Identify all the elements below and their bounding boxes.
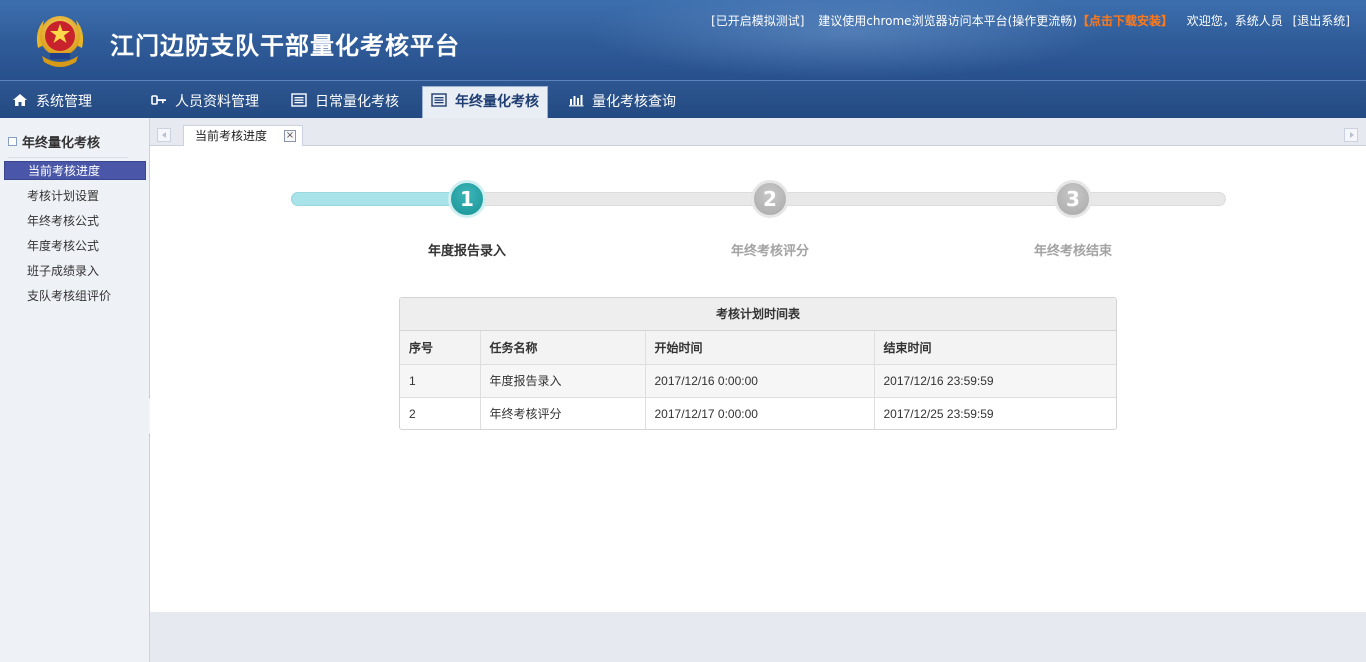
step-1-label: 年度报告录入 <box>427 244 506 259</box>
sidebar-item-team-score-entry[interactable]: 班子成绩录入 <box>4 262 146 281</box>
tab-scroll-right-button[interactable] <box>1344 128 1358 142</box>
col-header-task-name: 任务名称 <box>480 331 646 365</box>
key-icon <box>151 95 166 105</box>
table-row: 2 年终考核评分 2017/12/17 0:00:00 2017/12/25 2… <box>400 397 1116 429</box>
sidebar-title[interactable]: 年终量化考核 <box>8 132 128 158</box>
browser-tip: 建议使用chrome浏览器访问本平台(操作更流畅) <box>818 14 1077 28</box>
sidebar-item-plan-settings[interactable]: 考核计划设置 <box>4 187 146 206</box>
nav-assessment-query[interactable]: 量化考核查询 <box>568 81 676 118</box>
table-row: 1 年度报告录入 2017/12/16 0:00:00 2017/12/16 2… <box>400 364 1116 398</box>
sidebar-item-group-evaluation[interactable]: 支队考核组评价 <box>4 287 146 306</box>
schedule-table: 序号 任务名称 开始时间 结束时间 1 年度报告录入 2017/12/16 0:… <box>400 331 1116 429</box>
tab-strip: 当前考核进度 × <box>150 118 1366 147</box>
cell-task-name: 年度报告录入 <box>480 364 646 398</box>
step-3-label: 年终考核结束 <box>1033 244 1112 259</box>
welcome-text: 欢迎您，系统人员 <box>1186 14 1283 28</box>
bar-chart-icon <box>569 95 584 107</box>
cell-end-time: 2017/12/25 23:59:59 <box>883 406 994 421</box>
step-3-circle: 3 <box>1054 180 1092 218</box>
close-icon[interactable]: × <box>284 130 296 142</box>
cell-index: 1 <box>400 364 481 398</box>
progress-steps: 1 年度报告录入 2 年终考核评分 3 年终考核结束 <box>291 180 1226 270</box>
sidebar: 年终量化考核 当前考核进度 考核计划设置 年终考核公式 年度考核公式 班子成绩录… <box>0 118 150 662</box>
col-header-end-time: 结束时间 <box>874 331 1116 365</box>
police-emblem-icon <box>36 16 84 67</box>
cell-end-time: 2017/12/16 23:59:59 <box>874 364 1116 398</box>
mock-test-indicator: [已开启模拟测试] <box>711 14 805 28</box>
bottom-strip <box>150 612 1366 662</box>
main-content: 1 年度报告录入 2 年终考核评分 3 年终考核结束 考核计划时间表 序号 任务… <box>150 146 1366 612</box>
table-header-row: 序号 任务名称 开始时间 结束时间 <box>400 331 1116 365</box>
home-icon <box>13 94 27 106</box>
step-1-circle: 1 <box>448 180 486 218</box>
list-icon <box>291 93 307 107</box>
nav-personnel-management[interactable]: 人员资料管理 <box>151 81 259 118</box>
cell-start-time: 2017/12/17 0:00:00 <box>645 397 875 429</box>
sidebar-item-year-end-formula[interactable]: 年终考核公式 <box>4 212 146 231</box>
collapse-toggle-icon <box>8 137 17 146</box>
schedule-panel: 考核计划时间表 序号 任务名称 开始时间 结束时间 1 年度报告录入 2017/… <box>399 297 1117 430</box>
sidebar-item-current-progress[interactable]: 当前考核进度 <box>4 161 146 180</box>
col-header-index: 序号 <box>400 331 481 365</box>
main-nav: 系统管理 人员资料管理 日常量化考核 年终量化考核 量化考核查询 <box>0 80 1366 119</box>
step-2-label: 年终考核评分 <box>730 244 809 259</box>
step-2-circle: 2 <box>751 180 789 218</box>
list-icon <box>431 93 447 107</box>
progress-track-fill <box>291 192 450 206</box>
nav-year-end-assessment[interactable]: 年终量化考核 <box>422 86 548 119</box>
download-link[interactable]: 【点击下载安装】 <box>1077 14 1173 28</box>
cell-task-name: 年终考核评分 <box>480 397 646 429</box>
header-links: [已开启模拟测试] 建议使用chrome浏览器访问本平台(操作更流畅)【点击下载… <box>705 12 1350 29</box>
cell-index: 2 <box>400 397 481 429</box>
app-header: 江门边防支队干部量化考核平台 [已开启模拟测试] 建议使用chrome浏览器访问… <box>0 0 1366 80</box>
tab-scroll-left-button[interactable] <box>157 128 171 142</box>
schedule-title: 考核计划时间表 <box>400 298 1116 331</box>
sidebar-item-annual-formula[interactable]: 年度考核公式 <box>4 237 146 256</box>
cell-start-time: 2017/12/16 0:00:00 <box>645 364 875 398</box>
col-header-start-time: 开始时间 <box>645 331 875 365</box>
nav-system-management[interactable]: 系统管理 <box>12 81 92 118</box>
nav-daily-assessment[interactable]: 日常量化考核 <box>291 81 399 118</box>
logout-link[interactable]: [退出系统] <box>1293 14 1350 28</box>
app-title: 江门边防支队干部量化考核平台 <box>110 32 460 60</box>
tab-current-progress[interactable]: 当前考核进度 × <box>183 125 303 147</box>
